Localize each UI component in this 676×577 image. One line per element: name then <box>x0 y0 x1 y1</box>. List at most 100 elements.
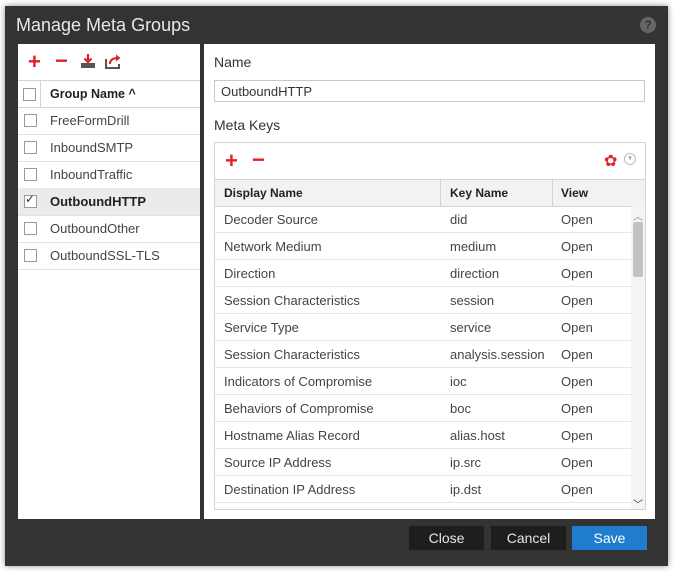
display-name-cell: Session Characteristics <box>224 347 360 362</box>
group-row[interactable]: OutboundOther <box>18 215 200 243</box>
row-checkbox[interactable] <box>24 168 37 181</box>
key-name-cell: direction <box>450 266 500 281</box>
display-name-cell: Indicators of Compromise <box>224 374 373 389</box>
column-divider <box>552 180 553 206</box>
view-column-header[interactable]: View <box>561 186 588 200</box>
table-row[interactable]: Network Medium medium Open <box>215 233 631 260</box>
group-row[interactable]: InboundSMTP <box>18 134 200 162</box>
meta-keys-table-body: Decoder Source did Open Network Medium m… <box>215 206 645 509</box>
dialog-title: Manage Meta Groups <box>16 15 191 35</box>
group-row-label: FreeFormDrill <box>50 113 130 128</box>
gear-icon[interactable]: ✿ <box>604 151 617 171</box>
select-all-checkbox[interactable] <box>23 88 36 101</box>
table-row[interactable]: Source IP Address ip.src Open <box>215 449 631 476</box>
key-name-cell: analysis.session <box>450 347 545 362</box>
table-row[interactable]: Hostname Alias Record alias.host Open <box>215 422 631 449</box>
view-cell: Open <box>561 347 593 362</box>
checkmark-icon: ✓ <box>25 192 36 206</box>
view-cell: Open <box>561 374 593 389</box>
display-name-cell: Decoder Source <box>224 212 318 227</box>
view-cell: Open <box>561 482 593 497</box>
add-group-plus-icon[interactable]: + <box>28 51 41 73</box>
import-icon[interactable] <box>80 53 96 72</box>
table-row[interactable]: Session Characteristics session Open <box>215 287 631 314</box>
group-row-label: OutboundOther <box>50 221 140 236</box>
group-row-label: InboundSMTP <box>50 140 134 155</box>
meta-keys-panel: + − ✿ ▾ Display Name Key Name View Decod… <box>214 142 646 511</box>
view-cell: Open <box>561 401 593 416</box>
close-button[interactable]: Close <box>409 526 484 550</box>
group-name-column-header[interactable]: Group Name ^ <box>50 87 136 101</box>
meta-keys-table-header: Display Name Key Name View <box>215 179 645 207</box>
scroll-down-arrow-icon[interactable]: ﹀ <box>633 496 643 511</box>
view-cell: Open <box>561 455 593 470</box>
view-cell: Open <box>561 266 593 281</box>
display-name-cell: Network Medium <box>224 239 322 254</box>
group-detail-panel: Name Meta Keys + − ✿ ▾ Display Name Key … <box>204 44 655 519</box>
table-row[interactable]: Service Type service Open <box>215 314 631 341</box>
key-name-cell: ip.dst <box>450 482 482 497</box>
table-row[interactable]: Direction direction Open <box>215 260 631 287</box>
display-name-cell: Destination IP Address <box>224 482 356 497</box>
group-row-label: OutboundHTTP <box>50 194 147 209</box>
group-row-selected[interactable]: ✓ OutboundHTTP <box>18 188 200 216</box>
table-row[interactable]: Indicators of Compromise ioc Open <box>215 368 631 395</box>
view-cell: Open <box>561 239 593 254</box>
dialog-titlebar: Manage Meta Groups ? <box>5 6 668 44</box>
view-cell: Open <box>561 320 593 335</box>
key-name-cell: session <box>450 293 495 308</box>
group-row[interactable]: FreeFormDrill <box>18 107 200 135</box>
group-toolbar: + − <box>18 44 200 80</box>
view-cell: Open <box>561 428 593 443</box>
table-row[interactable]: Behaviors of Compromise boc Open <box>215 395 631 422</box>
chevron-down-icon[interactable]: ▾ <box>624 153 636 165</box>
scrollbar-thumb[interactable] <box>633 222 643 277</box>
key-name-cell: service <box>450 320 492 335</box>
key-name-cell: alias.host <box>450 428 505 443</box>
header-checkbox-cell <box>18 81 41 107</box>
row-checkbox[interactable] <box>24 114 37 127</box>
key-name-cell: boc <box>450 401 471 416</box>
key-name-cell: ip.src <box>450 455 482 470</box>
key-name-cell: ioc <box>450 374 467 389</box>
row-checkbox[interactable] <box>24 249 37 262</box>
meta-keys-label: Meta Keys <box>214 117 281 133</box>
save-button[interactable]: Save <box>572 526 647 550</box>
display-name-cell: Direction <box>224 266 276 281</box>
table-row[interactable]: Session Characteristics analysis.session… <box>215 341 631 368</box>
display-name-cell: Source IP Address <box>224 455 332 470</box>
group-name-input[interactable] <box>214 80 645 102</box>
table-row[interactable]: Decoder Source did Open <box>215 206 631 233</box>
display-name-column-header[interactable]: Display Name <box>224 186 303 200</box>
display-name-cell: Service Type <box>224 320 299 335</box>
add-meta-key-plus-icon[interactable]: + <box>225 150 238 172</box>
key-name-column-header[interactable]: Key Name <box>450 186 508 200</box>
group-row[interactable]: OutboundSSL-TLS <box>18 242 200 270</box>
cancel-button[interactable]: Cancel <box>491 526 566 550</box>
group-list-panel: + − Group Name ^ FreeFormDrill InboundSM… <box>18 44 200 519</box>
group-row-label: OutboundSSL-TLS <box>50 248 160 263</box>
key-name-cell: medium <box>450 239 497 254</box>
table-row[interactable]: Destination IP Address ip.dst Open <box>215 476 631 503</box>
display-name-cell: Hostname Alias Record <box>224 428 360 443</box>
view-cell: Open <box>561 293 593 308</box>
export-icon[interactable] <box>105 53 122 72</box>
display-name-cell: Session Characteristics <box>224 293 360 308</box>
help-icon[interactable]: ? <box>640 17 656 33</box>
scroll-up-arrow-icon[interactable]: ︿ <box>633 208 643 223</box>
remove-meta-key-minus-icon[interactable]: − <box>252 149 265 171</box>
view-cell: Open <box>561 212 593 227</box>
group-row[interactable]: InboundTraffic <box>18 161 200 189</box>
row-checkbox-checked[interactable]: ✓ <box>24 192 37 208</box>
remove-group-minus-icon[interactable]: − <box>55 50 68 72</box>
manage-meta-groups-dialog: Manage Meta Groups ? + − Group Name ^ Fr… <box>5 6 668 566</box>
name-label: Name <box>214 54 252 70</box>
display-name-cell: Behaviors of Compromise <box>224 401 374 416</box>
row-checkbox[interactable] <box>24 222 37 235</box>
meta-keys-toolbar: + − ✿ ▾ <box>215 143 645 179</box>
row-checkbox[interactable] <box>24 141 37 154</box>
key-name-cell: did <box>450 212 468 227</box>
column-divider <box>440 180 441 206</box>
meta-keys-scrollbar[interactable]: ︿ ﹀ <box>631 206 645 511</box>
group-row-label: InboundTraffic <box>50 167 133 182</box>
